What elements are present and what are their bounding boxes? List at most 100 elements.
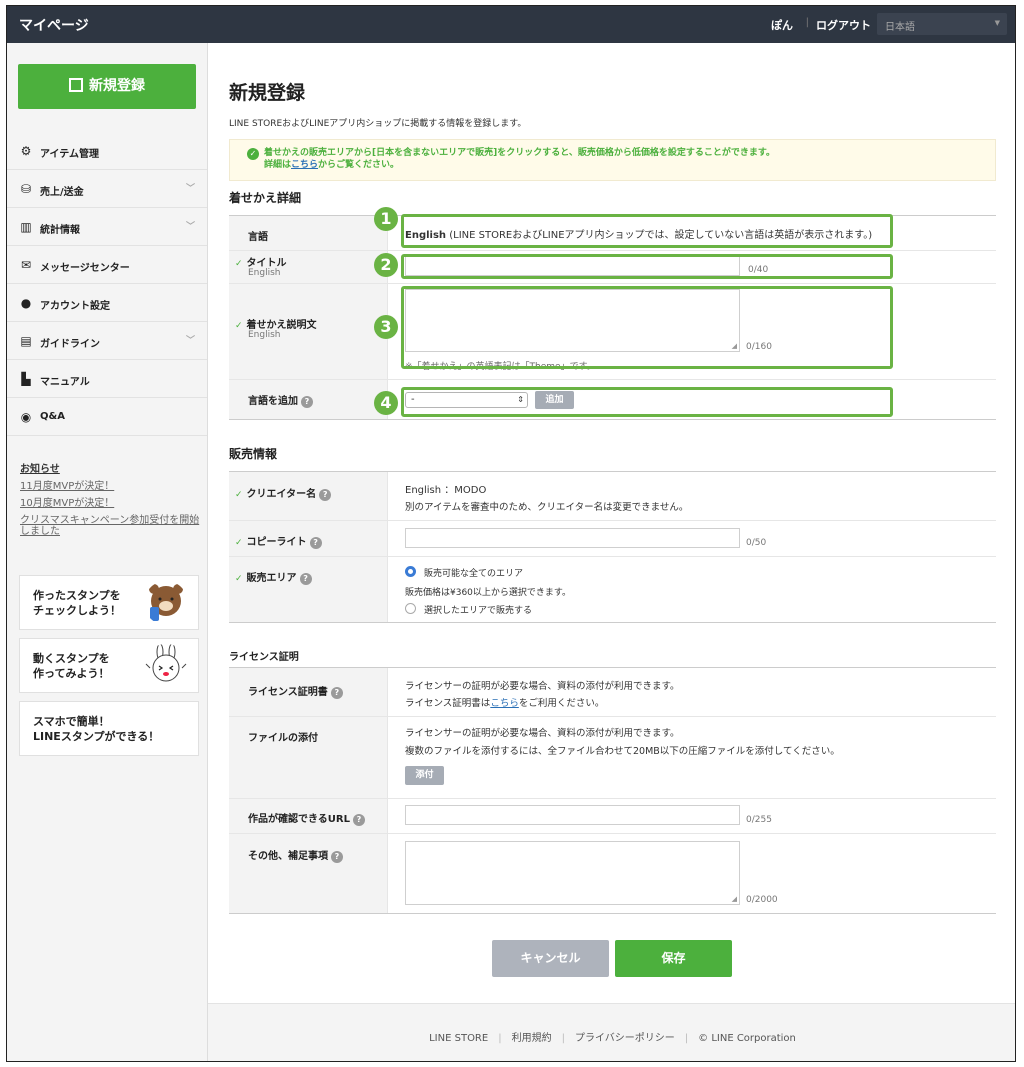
check-icon: ✓	[235, 490, 243, 500]
row-label-cell: 言語	[229, 216, 388, 250]
footer-link-terms[interactable]: 利用規約	[512, 1033, 552, 1044]
footer: LINE STORE | 利用規約 | プライバシーポリシー | © LINE Corpor…	[208, 1003, 1015, 1061]
help-icon[interactable]: ?	[301, 396, 313, 408]
check-circle-icon: ✓	[247, 148, 259, 160]
highlight-box	[401, 286, 893, 369]
copyright-input[interactable]	[405, 528, 740, 548]
sidebar-item-guidelines[interactable]: ▤ ガイドライン ﹀	[7, 322, 207, 360]
area-selected-label[interactable]: 選択したエリアで販売する	[424, 603, 532, 616]
add-language-label-text: 言語を追加	[248, 396, 298, 407]
highlight-box	[401, 387, 893, 417]
copyright-label: ✓ コピーライト?	[235, 533, 322, 549]
help-icon[interactable]: ?	[319, 489, 332, 501]
banner-smartphone-stamps[interactable]: スマホで簡単！ LINEスタンプができる！	[19, 701, 199, 756]
user-name[interactable]: ぽん	[771, 17, 793, 33]
chevron-down-icon: ▼	[994, 19, 1000, 27]
license-cert-link[interactable]: こちら	[490, 698, 519, 709]
license-cert-line: ライセンス証明書はこちらをご利用ください。	[405, 695, 680, 712]
banner-check-stamps[interactable]: 作ったスタンプを チェックしよう！	[19, 575, 199, 630]
news-heading[interactable]: お知らせ	[20, 460, 200, 475]
cancel-button[interactable]: キャンセル	[492, 940, 609, 977]
resize-grip-icon[interactable]: ◢	[732, 895, 737, 903]
area-all-label[interactable]: 販売可能な全てのエリア	[424, 566, 523, 579]
speech-bubble-icon: ◉	[20, 410, 32, 424]
notes-row: その他、補足事項? ◢ 0/2000	[229, 834, 996, 913]
alert-text: からご覧ください。	[318, 160, 400, 170]
row-label-cell: ✓ 販売エリア?	[229, 557, 388, 622]
chevron-down-icon: ﹀	[185, 336, 195, 346]
sidebar-item-account[interactable]: ● アカウント設定	[7, 284, 207, 322]
app-title[interactable]: マイページ	[19, 15, 89, 35]
details-link[interactable]: こちら	[291, 160, 318, 170]
sidebar-item-label: アイテム管理	[40, 149, 99, 160]
new-registration-button[interactable]: 新規登録	[18, 64, 196, 109]
sidebar-item-messages[interactable]: ✉ メッセージセンター	[7, 246, 207, 284]
edit-icon	[69, 78, 83, 92]
area-all-radio[interactable]	[405, 566, 416, 577]
sidebar-item-label: Q&A	[40, 411, 65, 422]
row-label-cell: ✓ 着せかえ説明文 English	[229, 284, 388, 379]
url-row: 作品が確認できるURL? 0/255	[229, 799, 996, 834]
row-label-cell: ✓ クリエイター名?	[229, 472, 388, 520]
notes-label-text: その他、補足事項	[248, 851, 328, 862]
help-icon[interactable]: ?	[353, 814, 365, 826]
copyright-label-text: コピーライト	[246, 537, 307, 548]
license-cert-line: ライセンサーの証明が必要な場合、資料の添付が利用できます。	[405, 681, 680, 692]
add-language-label: 言語を追加?	[248, 392, 313, 408]
attach-file-button[interactable]: 添付	[405, 766, 444, 785]
logout-link[interactable]: ログアウト	[816, 17, 871, 33]
sidebar-item-sales[interactable]: ⛁ 売上/送金 ﹀	[7, 170, 207, 208]
url-label: 作品が確認できるURL?	[248, 810, 365, 826]
rabbit-character-icon	[145, 644, 187, 682]
help-icon[interactable]: ?	[331, 851, 343, 863]
footer-link-store[interactable]: LINE STORE	[429, 1033, 488, 1044]
main-content: 新規登録 LINE STOREおよびLINEアプリ内ショップに掲載する情報を登録…	[208, 43, 1015, 1003]
area-selected-radio[interactable]	[405, 603, 416, 614]
sidebar-item-manual[interactable]: ▙ マニュアル	[7, 360, 207, 398]
file-attach-text: ライセンサーの証明が必要な場合、資料の添付が利用できます。 複数のファイルを添付…	[405, 725, 840, 761]
theme-details-heading: 着せかえ詳細	[229, 191, 302, 205]
language-select[interactable]: 日本語 ▼	[877, 13, 1007, 35]
help-icon[interactable]: ?	[299, 573, 312, 585]
news-link[interactable]: 10月度MVPが決定！	[20, 498, 200, 509]
banner-animated-stamps[interactable]: 動くスタンプを 作ってみよう！	[19, 638, 199, 693]
help-icon[interactable]: ?	[330, 687, 343, 699]
new-registration-label: 新規登録	[89, 78, 145, 94]
row-label-cell: ✓ コピーライト?	[229, 521, 388, 556]
highlight-box	[401, 214, 893, 248]
check-icon: ✓	[235, 574, 243, 584]
file-attach-line: ライセンサーの証明が必要な場合、資料の添付が利用できます。	[405, 728, 680, 739]
sidebar-item-label: 売上/送金	[40, 187, 84, 198]
bear-character-icon	[149, 584, 183, 621]
sidebar-item-label: アカウント設定	[40, 301, 110, 312]
step-badge: 1	[374, 207, 398, 231]
footer-link-privacy[interactable]: プライバシーポリシー	[575, 1033, 675, 1044]
sidebar-item-label: 統計情報	[40, 225, 80, 236]
creator-note: 別のアイテムを審査中のため、クリエイター名は変更できません。	[405, 502, 689, 513]
url-input[interactable]	[405, 805, 740, 825]
row-label-cell: 作品が確認できるURL?	[229, 799, 388, 833]
news-section: お知らせ 11月度MVPが決定！ 10月度MVPが決定！ クリスマスキャンペーン…	[20, 460, 200, 543]
help-icon[interactable]: ?	[309, 537, 322, 549]
notes-textarea[interactable]: ◢	[405, 841, 740, 905]
notes-label: その他、補足事項?	[248, 847, 343, 863]
license-cert-text: ライセンサーの証明が必要な場合、資料の添付が利用できます。 ライセンス証明書はこ…	[405, 678, 680, 712]
save-button[interactable]: 保存	[615, 940, 732, 977]
document-icon: ▤	[20, 334, 32, 348]
sales-area-row: ✓ 販売エリア? 販売可能な全てのエリア 販売価格は¥360以上から選択できます。…	[229, 557, 996, 622]
creator-label: ✓ クリエイター名?	[235, 485, 332, 501]
sidebar-item-stats[interactable]: ▥ 統計情報 ﹀	[7, 208, 207, 246]
sidebar-item-items[interactable]: ⚙ アイテム管理	[7, 132, 207, 170]
title-lang: English	[248, 268, 281, 278]
footer-copyright: © LINE Corporation	[698, 1033, 796, 1044]
footer-divider: |	[561, 1033, 565, 1044]
license-cert-text-part: ライセンス証明書は	[405, 698, 491, 709]
news-link[interactable]: クリスマスキャンペーン参加受付を開始しました	[20, 515, 200, 537]
alert-line: 着せかえの販売エリアから[日本を含まないエリアで販売]をクリックすると、販売価格…	[264, 148, 775, 158]
news-link[interactable]: 11月度MVPが決定！	[20, 481, 200, 492]
check-icon: ✓	[235, 321, 243, 331]
language-label: 言語	[248, 232, 268, 243]
highlight-box	[401, 254, 893, 279]
gear-icon: ⚙	[20, 144, 32, 158]
sidebar-item-qa[interactable]: ◉ Q&A	[7, 398, 207, 436]
